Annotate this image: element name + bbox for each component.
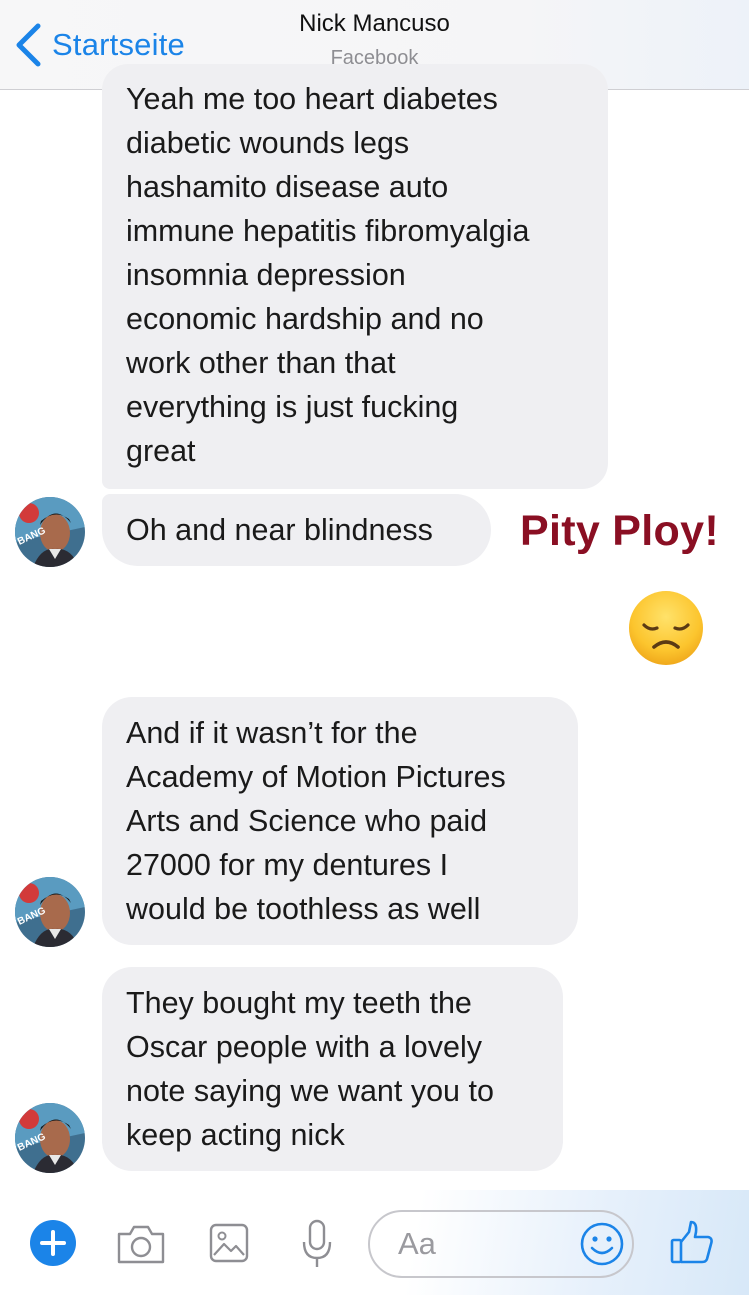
- message-bubble[interactable]: They bought my teeth the Oscar people wi…: [102, 967, 563, 1171]
- image-icon[interactable]: [208, 1222, 250, 1264]
- avatar[interactable]: BANG: [15, 497, 85, 567]
- smiley-icon[interactable]: [580, 1222, 624, 1266]
- thumbs-up-icon[interactable]: [668, 1218, 716, 1266]
- message-bubble[interactable]: Oh and near blindness: [102, 494, 491, 566]
- camera-icon[interactable]: [115, 1222, 167, 1266]
- microphone-icon[interactable]: [300, 1218, 334, 1270]
- sad-face-emoji[interactable]: [627, 589, 705, 667]
- message-bubble[interactable]: And if it wasn’t for the Academy of Moti…: [102, 697, 578, 945]
- annotation-text: Pity Ploy!: [520, 507, 719, 555]
- message-input-placeholder: Aa: [398, 1226, 436, 1261]
- plus-icon[interactable]: [29, 1219, 77, 1267]
- message-bubble[interactable]: Yeah me too heart diabetes diabetic woun…: [102, 64, 608, 489]
- avatar[interactable]: BANG: [15, 1103, 85, 1173]
- avatar[interactable]: BANG: [15, 877, 85, 947]
- contact-name[interactable]: Nick Mancuso: [0, 10, 749, 38]
